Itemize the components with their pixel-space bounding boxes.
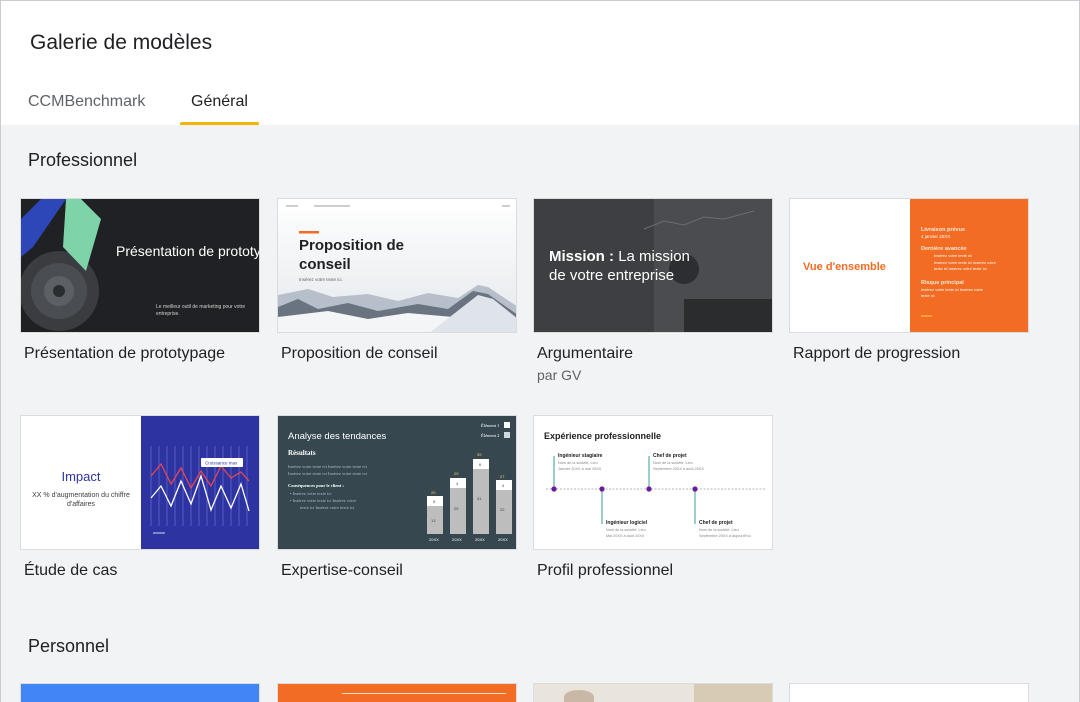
template-card-personal-3[interactable] — [533, 683, 773, 702]
svg-text:Croissance max: Croissance max — [205, 461, 238, 466]
svg-text:20XX: 20XX — [429, 537, 439, 542]
section-title-professional: Professionnel — [28, 150, 138, 170]
template-thumbnail[interactable]: Proposition de conseil Insérez votre tex… — [277, 198, 517, 333]
template-name: Présentation de prototypage — [24, 345, 226, 362]
svg-text:• Insérez votre texte ici: • Insérez votre texte ici — [290, 491, 332, 496]
template-name: Étude de cas — [24, 562, 118, 579]
svg-text:Janvier 20XX à mai 20XX: Janvier 20XX à mai 20XX — [558, 467, 602, 471]
template-thumbnail[interactable]: Vue d'ensemble Livraison prévue 4 janvie… — [789, 198, 1029, 333]
svg-text:39: 39 — [477, 452, 482, 457]
svg-text:Insérez votre texte ici Insére: Insérez votre texte ici Insérez votre te… — [288, 464, 368, 469]
svg-text:20XX: 20XX — [475, 537, 485, 542]
svg-text:texte ici Insérez votre texte: texte ici Insérez votre texte ici — [300, 505, 355, 510]
template-card-personal-2[interactable] — [277, 683, 517, 702]
svg-text:20: 20 — [431, 490, 436, 495]
svg-text:20XX: 20XX — [498, 537, 508, 542]
thumbnail-photo — [564, 690, 594, 702]
thumbnail-rule — [342, 693, 506, 694]
svg-text:Insérez votre texte ici.: Insérez votre texte ici. — [299, 277, 343, 282]
svg-text:Présentation de prototypage: Présentation de prototypage — [116, 243, 260, 259]
svg-text:Nom de la société, Lieu: Nom de la société, Lieu — [653, 461, 693, 465]
svg-text:Chef de projet: Chef de projet — [653, 453, 687, 459]
svg-text:Le meilleur outil de marketing: Le meilleur outil de marketing pour votr… — [156, 304, 245, 310]
svg-text:Expérience professionnelle: Expérience professionnelle — [544, 431, 661, 441]
template-thumbnail[interactable]: Expérience professionnelle Ingénieur sta… — [533, 415, 773, 550]
svg-text:Dernière avancée: Dernière avancée — [921, 246, 967, 252]
svg-text:25: 25 — [454, 506, 459, 511]
svg-text:Insérez votre texte ici Insére: Insérez votre texte ici Insérez votre — [934, 260, 997, 265]
template-name: Rapport de progression — [793, 345, 961, 362]
template-gallery: Professionnel Présentation de prototypag… — [0, 125, 1080, 702]
svg-text:conseil: conseil — [299, 256, 351, 273]
template-thumbnail[interactable]: Croissance max Impact XX % d'augmentatio… — [20, 415, 260, 550]
svg-text:texte ici Insérez votre texte: texte ici Insérez votre texte ici — [934, 266, 987, 271]
svg-text:Conséquences pour le client :: Conséquences pour le client : — [288, 483, 344, 488]
svg-text:4 janvier 20XX: 4 janvier 20XX — [921, 234, 950, 239]
template-card-personal-1[interactable] — [20, 683, 260, 702]
thumbnail-photo — [694, 684, 772, 702]
svg-text:Septembre 20XX à aujourd'hui: Septembre 20XX à aujourd'hui — [699, 534, 751, 538]
svg-text:Mai 20XX à août 20XX: Mai 20XX à août 20XX — [606, 534, 645, 538]
template-thumbnail[interactable]: Présentation de prototypage Le meilleur … — [20, 198, 260, 333]
svg-text:Vue d'ensemble: Vue d'ensemble — [803, 261, 886, 273]
svg-text:Septembre 20XX à août 20XX: Septembre 20XX à août 20XX — [653, 467, 704, 471]
template-thumbnail[interactable]: Mission : La mission de votre entreprise — [533, 198, 773, 333]
svg-text:Insérez votre texte ici Insére: Insérez votre texte ici Insérez votre te… — [288, 471, 368, 476]
template-name: Argumentaire — [537, 345, 634, 362]
svg-text:Nom de la société, Lieu: Nom de la société, Lieu — [558, 461, 598, 465]
tab-bar: CCMBenchmark Général — [0, 93, 1080, 125]
svg-text:de votre entreprise: de votre entreprise — [549, 267, 674, 284]
svg-text:Analyse des tendances: Analyse des tendances — [288, 431, 386, 442]
svg-text:texte ici: texte ici — [921, 293, 935, 298]
svg-text:22: 22 — [500, 507, 505, 512]
template-author: par GV — [537, 367, 582, 383]
svg-text:entreprise.: entreprise. — [156, 311, 180, 317]
svg-text:Élément 1: Élément 1 — [481, 423, 499, 428]
svg-text:Proposition de: Proposition de — [299, 237, 404, 254]
template-card-personal-4[interactable] — [789, 683, 1029, 702]
svg-text:Ingénieur logiciel: Ingénieur logiciel — [606, 520, 648, 526]
svg-text:• Insérez votre texte ici Ins: • Insérez votre texte ici Insérez votre — [290, 498, 356, 503]
svg-text:Livraison prévue: Livraison prévue — [921, 227, 965, 233]
section-title-personal: Personnel — [28, 636, 110, 656]
template-name: Expertise-conseil — [281, 562, 403, 579]
template-thumbnail[interactable]: Analyse des tendances Résultats Insérez … — [277, 415, 517, 550]
svg-text:Insérez votre texte ici Insére: Insérez votre texte ici Insérez votre — [921, 287, 984, 292]
svg-text:Risque principal: Risque principal — [921, 280, 964, 286]
svg-text:13: 13 — [431, 518, 436, 523]
svg-text:Ingénieur stagiaire: Ingénieur stagiaire — [558, 453, 603, 459]
page-title: Galerie de modèles — [30, 31, 213, 54]
svg-text:Impact: Impact — [61, 469, 100, 484]
svg-text:Nom de la société, Lieu: Nom de la société, Lieu — [699, 528, 739, 532]
tab-general[interactable]: Général — [180, 93, 259, 125]
svg-text:Nom de la société, Lieu: Nom de la société, Lieu — [606, 528, 646, 532]
svg-text:29: 29 — [454, 471, 459, 476]
template-name: Proposition de conseil — [281, 345, 438, 362]
svg-text:31: 31 — [477, 496, 482, 501]
svg-text:20XX: 20XX — [452, 537, 462, 542]
svg-text:Résultats: Résultats — [288, 449, 316, 457]
svg-text:Insérez votre texte ici: Insérez votre texte ici — [934, 253, 972, 258]
svg-text:Chef de projet: Chef de projet — [699, 520, 733, 526]
gallery-header: Galerie de modèles CCMBenchmark Général — [0, 0, 1080, 125]
svg-text:Élément 2: Élément 2 — [481, 433, 499, 438]
svg-text:d'affaires: d'affaires — [67, 501, 96, 508]
svg-text:XX % d'augmentation du chiffre: XX % d'augmentation du chiffre — [32, 492, 130, 499]
svg-text:27: 27 — [500, 474, 505, 479]
template-name: Profil professionnel — [537, 562, 674, 579]
svg-text:Mission : La mission: Mission : La mission — [549, 248, 690, 265]
tab-ccmbenchmark[interactable]: CCMBenchmark — [28, 93, 145, 125]
